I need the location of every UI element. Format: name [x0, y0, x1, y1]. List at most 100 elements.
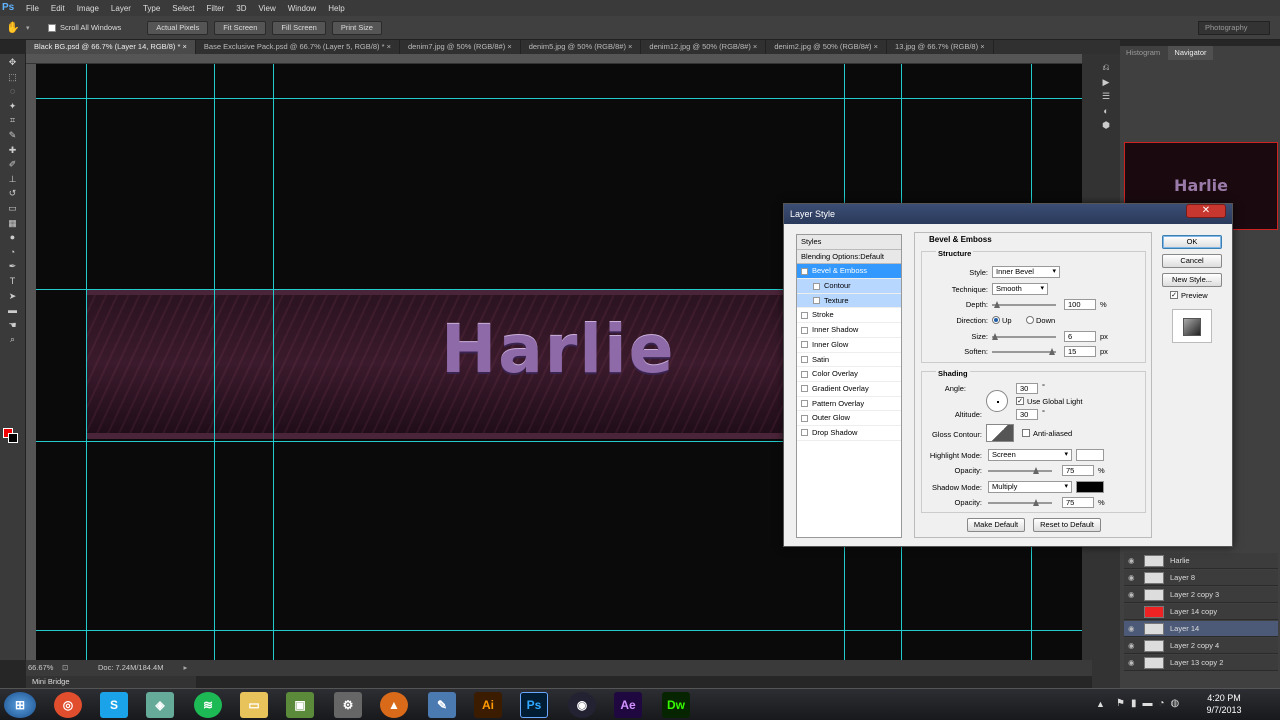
actual-pixels-button[interactable]: Actual Pixels — [147, 20, 209, 35]
hand-tool-icon[interactable]: ✋ — [0, 21, 26, 34]
shadow-color-swatch[interactable] — [1076, 481, 1104, 493]
guide-vertical[interactable] — [86, 64, 87, 660]
tab-denim12[interactable]: denim12.jpg @ 50% (RGB/8#) × — [641, 40, 767, 54]
highlight-opacity-input[interactable]: 75 — [1062, 465, 1094, 476]
dreamweaver-icon[interactable]: Dw — [662, 692, 690, 718]
style-item-color-overlay[interactable]: Color Overlay — [797, 367, 901, 382]
chrome-icon[interactable]: ◎ — [54, 692, 82, 718]
zoom-level[interactable]: 66.67% — [26, 660, 62, 676]
ok-button[interactable]: OK — [1162, 235, 1222, 249]
angle-dial[interactable] — [986, 390, 1008, 412]
scroll-all-windows-option[interactable]: Scroll All Windows — [48, 23, 121, 32]
tray-expand-icon[interactable]: ▲ — [1096, 699, 1105, 709]
mini-bridge-tab[interactable]: Mini Bridge — [26, 676, 196, 688]
blur-tool-icon[interactable]: ● — [6, 232, 20, 243]
tab-black-bg[interactable]: Black BG.psd @ 66.7% (Layer 14, RGB/8) *… — [26, 40, 196, 54]
tab-denim2[interactable]: denim2.jpg @ 50% (RGB/8#) × — [766, 40, 888, 54]
dodge-tool-icon[interactable]: ◔ — [6, 247, 20, 258]
spotify-icon[interactable]: ≋ — [194, 692, 222, 718]
highlight-mode-select[interactable]: Screen — [988, 449, 1072, 461]
depth-slider[interactable] — [992, 301, 1056, 308]
eye-icon[interactable]: ◉ — [1128, 621, 1135, 637]
style-checkbox[interactable] — [801, 341, 808, 349]
eye-icon[interactable]: ◉ — [1128, 638, 1135, 654]
photoshop-taskbar-icon[interactable]: Ps — [520, 692, 548, 718]
eye-icon[interactable]: ◉ — [1128, 570, 1135, 586]
slider-thumb[interactable] — [1033, 467, 1039, 474]
dialog-title-bar[interactable]: Layer Style — [784, 204, 1232, 224]
tab-base-exclusive[interactable]: Base Exclusive Pack.psd @ 66.7% (Layer 5… — [196, 40, 400, 54]
menu-layer[interactable]: Layer — [111, 4, 131, 13]
layer-row-selected[interactable]: ◉ Layer 14 — [1124, 621, 1278, 637]
style-item-stroke[interactable]: Stroke — [797, 308, 901, 324]
reset-to-default-button[interactable]: Reset to Default — [1033, 518, 1101, 532]
move-tool-icon[interactable]: ✥ — [6, 57, 20, 68]
layer-row[interactable]: ◉ Layer 2 copy 3 — [1124, 587, 1278, 603]
tab-histogram[interactable]: Histogram — [1120, 46, 1166, 60]
style-checkbox[interactable] — [813, 282, 820, 290]
technique-select[interactable]: Smooth — [992, 283, 1048, 295]
cancel-button[interactable]: Cancel — [1162, 254, 1222, 268]
eye-icon[interactable]: ◉ — [1128, 553, 1135, 569]
chevron-down-icon[interactable]: ▾ — [26, 24, 40, 32]
brush-tool-icon[interactable]: ✐ — [6, 159, 20, 170]
workspace-switcher[interactable]: Photography — [1198, 21, 1270, 35]
direction-up-radio[interactable] — [992, 316, 1000, 324]
gradient-tool-icon[interactable]: ▦ — [6, 218, 20, 229]
after-effects-icon[interactable]: Ae — [614, 692, 642, 718]
style-checkbox[interactable] — [801, 311, 808, 319]
style-checkbox[interactable] — [801, 267, 808, 275]
make-default-button[interactable]: Make Default — [967, 518, 1025, 532]
style-item-drop-shadow[interactable]: Drop Shadow — [797, 426, 901, 441]
menu-image[interactable]: Image — [77, 4, 99, 13]
soften-input[interactable]: 15 — [1064, 346, 1096, 357]
style-item-inner-shadow[interactable]: Inner Shadow — [797, 323, 901, 338]
menu-type[interactable]: Type — [143, 4, 160, 13]
menu-help[interactable]: Help — [328, 4, 344, 13]
vector-app-icon[interactable]: ✎ — [428, 692, 456, 718]
style-item-outer-glow[interactable]: Outer Glow — [797, 411, 901, 426]
eraser-tool-icon[interactable]: ▭ — [6, 203, 20, 214]
blending-options-item[interactable]: Blending Options:Default — [797, 249, 901, 265]
shape-tool-icon[interactable]: ▬ — [6, 305, 20, 316]
preview-checkbox[interactable]: ✓ — [1170, 291, 1178, 299]
history-brush-icon[interactable]: ↺ — [6, 188, 20, 199]
folder-icon[interactable]: ▭ — [240, 692, 268, 718]
style-checkbox[interactable] — [801, 370, 808, 378]
menu-edit[interactable]: Edit — [51, 4, 65, 13]
style-checkbox[interactable] — [801, 326, 808, 334]
healing-tool-icon[interactable]: ✚ — [6, 145, 20, 156]
size-input[interactable]: 6 — [1064, 331, 1096, 342]
shadow-mode-select[interactable]: Multiply — [988, 481, 1072, 493]
slider-thumb[interactable] — [994, 301, 1000, 308]
fill-screen-button[interactable]: Fill Screen — [272, 20, 326, 35]
cinema4d-icon[interactable]: ◉ — [568, 692, 596, 718]
lasso-tool-icon[interactable]: ◌ — [6, 86, 20, 97]
layer-row[interactable]: Layer 14 copy — [1124, 604, 1278, 620]
adjustments-panel-icon[interactable]: ◐ — [1099, 106, 1113, 117]
menu-select[interactable]: Select — [172, 4, 194, 13]
windows-start-icon[interactable]: ⊞ — [4, 692, 36, 718]
tab-navigator[interactable]: Navigator — [1168, 46, 1213, 60]
guide-vertical[interactable] — [214, 64, 215, 660]
crop-tool-icon[interactable]: ⌗ — [6, 115, 20, 126]
style-checkbox[interactable] — [801, 400, 808, 408]
zoom-tool-icon[interactable]: ⌕ — [6, 334, 20, 345]
system-clock[interactable]: 4:20 PM 9/7/2013 — [1196, 692, 1252, 716]
slider-thumb[interactable] — [1033, 499, 1039, 506]
shadow-opacity-input[interactable]: 75 — [1062, 497, 1094, 508]
eye-icon[interactable]: ◉ — [1128, 655, 1135, 671]
menu-3d[interactable]: 3D — [236, 4, 246, 13]
gloss-contour-picker[interactable] — [986, 424, 1014, 442]
style-checkbox[interactable] — [801, 356, 808, 364]
type-tool-icon[interactable]: T — [6, 276, 20, 287]
style-checkbox[interactable] — [801, 385, 808, 393]
shadow-opacity-slider[interactable] — [988, 499, 1052, 506]
actions-panel-icon[interactable]: ▶ — [1099, 77, 1113, 88]
menu-window[interactable]: Window — [288, 4, 316, 13]
3d-panel-icon[interactable]: ⬢ — [1099, 120, 1113, 131]
background-color-swatch[interactable] — [8, 433, 18, 443]
tab-denim5[interactable]: denim5.jpg @ 50% (RGB/8#) × — [521, 40, 642, 54]
size-slider[interactable] — [992, 333, 1056, 340]
slider-thumb[interactable] — [1049, 348, 1055, 355]
